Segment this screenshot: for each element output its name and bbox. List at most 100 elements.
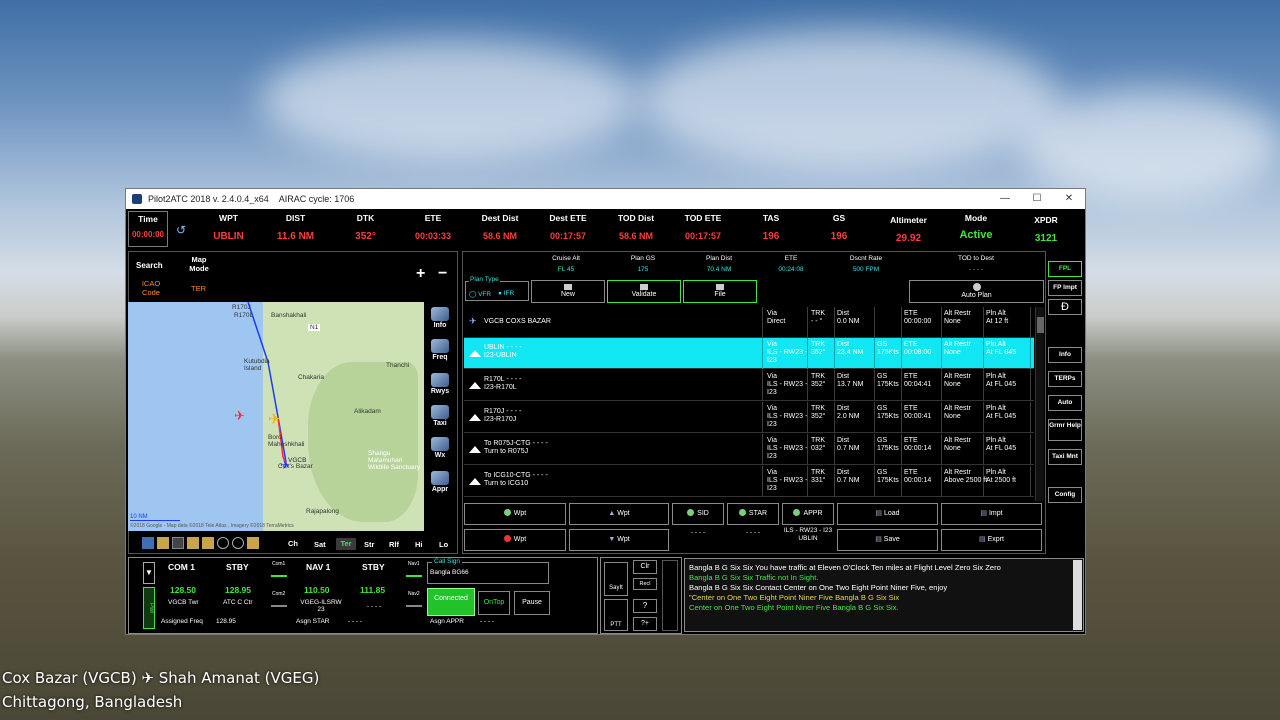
file-button[interactable]: File	[683, 280, 757, 303]
layer-icon[interactable]	[187, 537, 199, 549]
tab-str[interactable]: Str	[364, 540, 374, 549]
power-button[interactable]: Pwr	[143, 587, 155, 629]
delete-wpt-button[interactable]: Wpt	[464, 529, 566, 551]
validate-button[interactable]: Validate	[607, 280, 681, 303]
ptt-button[interactable]: PTT	[604, 599, 628, 631]
waypoint-row[interactable]: R170J - - - - I23-R170J Via ILS - RW23 - I23…	[464, 402, 1034, 433]
export-button[interactable]: ▤ Exprt	[941, 529, 1042, 551]
terps-button[interactable]: TERPs	[1048, 371, 1082, 387]
sid-button[interactable]: SID	[672, 503, 724, 525]
pause-button[interactable]: Pause	[514, 591, 550, 615]
zoom-in-button[interactable]: +	[416, 265, 425, 283]
freq-button[interactable]: Freq	[427, 339, 453, 367]
save-button[interactable]: ▤ Save	[837, 529, 938, 551]
auto-button[interactable]: Auto	[1048, 395, 1082, 411]
close-button[interactable]: ✕	[1053, 189, 1085, 209]
minimize-button[interactable]: —	[989, 189, 1021, 209]
map-label: Thanchi	[386, 362, 410, 369]
tab-ch[interactable]: Ch	[288, 539, 298, 548]
volume-slider[interactable]	[662, 560, 678, 631]
add-wpt-button[interactable]: Wpt	[464, 503, 566, 525]
recall-button[interactable]: Recl	[633, 578, 657, 590]
auto-plan-button[interactable]: Auto Plan	[909, 280, 1044, 303]
layer-icon[interactable]	[157, 537, 169, 549]
map-layer-icons	[142, 537, 259, 549]
map-mode-label[interactable]: Map Mode	[184, 255, 214, 273]
tab-hi[interactable]: Hi	[415, 540, 423, 549]
appr-button[interactable]: APPR	[782, 503, 834, 525]
tod-to-dest-label: TOD to Dest	[957, 255, 994, 262]
star-button[interactable]: STAR	[727, 503, 779, 525]
stby2-frequency[interactable]: 111.85	[360, 585, 385, 595]
radio-dropdown-icon[interactable]: ▼	[143, 562, 155, 584]
info-right-button[interactable]: Info	[1048, 347, 1082, 363]
load-button[interactable]: ▤ Load	[837, 503, 938, 525]
vfr-radio[interactable]: ◯ VFR	[469, 290, 491, 298]
grammar-help-button[interactable]: Grmr Help	[1048, 419, 1082, 441]
help-button[interactable]: ?	[633, 599, 657, 613]
fp-import-button[interactable]: FP Impt	[1048, 280, 1082, 296]
import-button[interactable]: ▤ Impt	[941, 503, 1042, 525]
tab-sat[interactable]: Sat	[314, 540, 326, 549]
ontop-button[interactable]: OnTop	[478, 591, 510, 615]
layer-icon[interactable]	[142, 537, 154, 549]
layer-icon[interactable]	[247, 537, 259, 549]
taxi-button[interactable]: Taxi	[427, 405, 453, 433]
tab-lo[interactable]: Lo	[439, 540, 448, 549]
dscnt-rate-value[interactable]: 500 FPM	[841, 266, 891, 273]
maximize-button[interactable]: ☐	[1021, 189, 1053, 209]
row-ete: 00:00:00	[904, 318, 932, 325]
info-button[interactable]: Info	[427, 307, 453, 335]
ifr-radio[interactable]: ● IFR	[498, 290, 514, 297]
tab-ter[interactable]: Ter	[336, 538, 356, 550]
icao-code-button[interactable]: ICAO Code	[138, 279, 164, 297]
waypoint-row[interactable]: To ICG10-CTG - - - - Turn to ICG10 Via ILS …	[464, 466, 1034, 497]
clear-button[interactable]: Clr	[633, 560, 657, 574]
layer-icon[interactable]	[172, 537, 184, 549]
layer-icon[interactable]	[217, 537, 229, 549]
waypoint-row[interactable]: ✈ VGCB COXS BAZAR Via Direct TRK - - ° Dist 0.0…	[464, 307, 1034, 338]
weather-button[interactable]: Wx	[427, 437, 453, 465]
xpdr-value[interactable]: 3121	[1026, 233, 1066, 244]
sayit-button[interactable]: SayIt	[604, 562, 628, 596]
help-plus-button[interactable]: ?+	[633, 617, 657, 631]
runways-button[interactable]: Rwys	[427, 373, 453, 401]
stby1-frequency[interactable]: 128.95	[225, 585, 251, 595]
row-dist: 0.7 NM	[837, 477, 860, 484]
waypoint-scrollbar[interactable]	[1035, 307, 1044, 501]
waypoint-row[interactable]: To R075J-CTG - - - - Turn to R075J Via ILS …	[464, 434, 1034, 465]
cruise-alt-value[interactable]: FL 45	[546, 266, 586, 273]
tod-ete-label: TOD ETE	[684, 213, 722, 223]
zoom-out-button[interactable]: −	[438, 265, 447, 283]
reset-icon[interactable]: ↺	[176, 223, 186, 237]
fpl-button[interactable]: FPL	[1048, 261, 1082, 277]
move-wpt-down-button[interactable]: ▼ Wpt	[569, 529, 669, 551]
waypoint-name: R170L - - - -	[484, 376, 522, 383]
layer-icon[interactable]	[232, 537, 244, 549]
mode-value[interactable]: Active	[951, 229, 1001, 241]
map-label: R170L	[234, 312, 254, 319]
message-log[interactable]: Bangla B G Six Six You have traffic at E…	[684, 558, 1084, 632]
connected-button[interactable]: Connected	[427, 588, 475, 616]
new-plan-button[interactable]: New	[531, 280, 605, 303]
taxi-maint-button[interactable]: Taxi Mnt	[1048, 449, 1082, 465]
waypoint-row[interactable]: R170L - - - - I23-R170L Via ILS - RW23 - I23…	[464, 370, 1034, 401]
search-label[interactable]: Search	[136, 261, 163, 270]
move-wpt-up-button[interactable]: ▲ Wpt	[569, 503, 669, 525]
map-label: Alikadam	[354, 408, 381, 415]
map-view[interactable]: R170J R170L Banshakhali Kutubdia Island …	[128, 302, 424, 531]
config-button[interactable]: Config	[1048, 487, 1082, 503]
gs-label: GS	[832, 213, 846, 223]
row-trk: 032°	[811, 445, 826, 452]
tab-rlf[interactable]: Rlf	[389, 540, 399, 549]
plan-gs-value[interactable]: 175	[623, 266, 663, 273]
ter-button[interactable]: TER	[191, 284, 206, 293]
row-dist: Dist	[837, 437, 850, 444]
nav1-frequency[interactable]: 110.50	[304, 585, 330, 595]
com1-frequency[interactable]: 128.50	[170, 585, 196, 595]
layer-icon[interactable]	[202, 537, 214, 549]
waypoint-row[interactable]: UBLIN - - - - I23-UBLIN Via ILS - RW23 - I23…	[464, 338, 1034, 369]
approach-button[interactable]: Appr	[427, 471, 453, 499]
message-scrollbar[interactable]	[1073, 560, 1082, 630]
direct-to-icon[interactable]: Đ	[1048, 299, 1082, 315]
